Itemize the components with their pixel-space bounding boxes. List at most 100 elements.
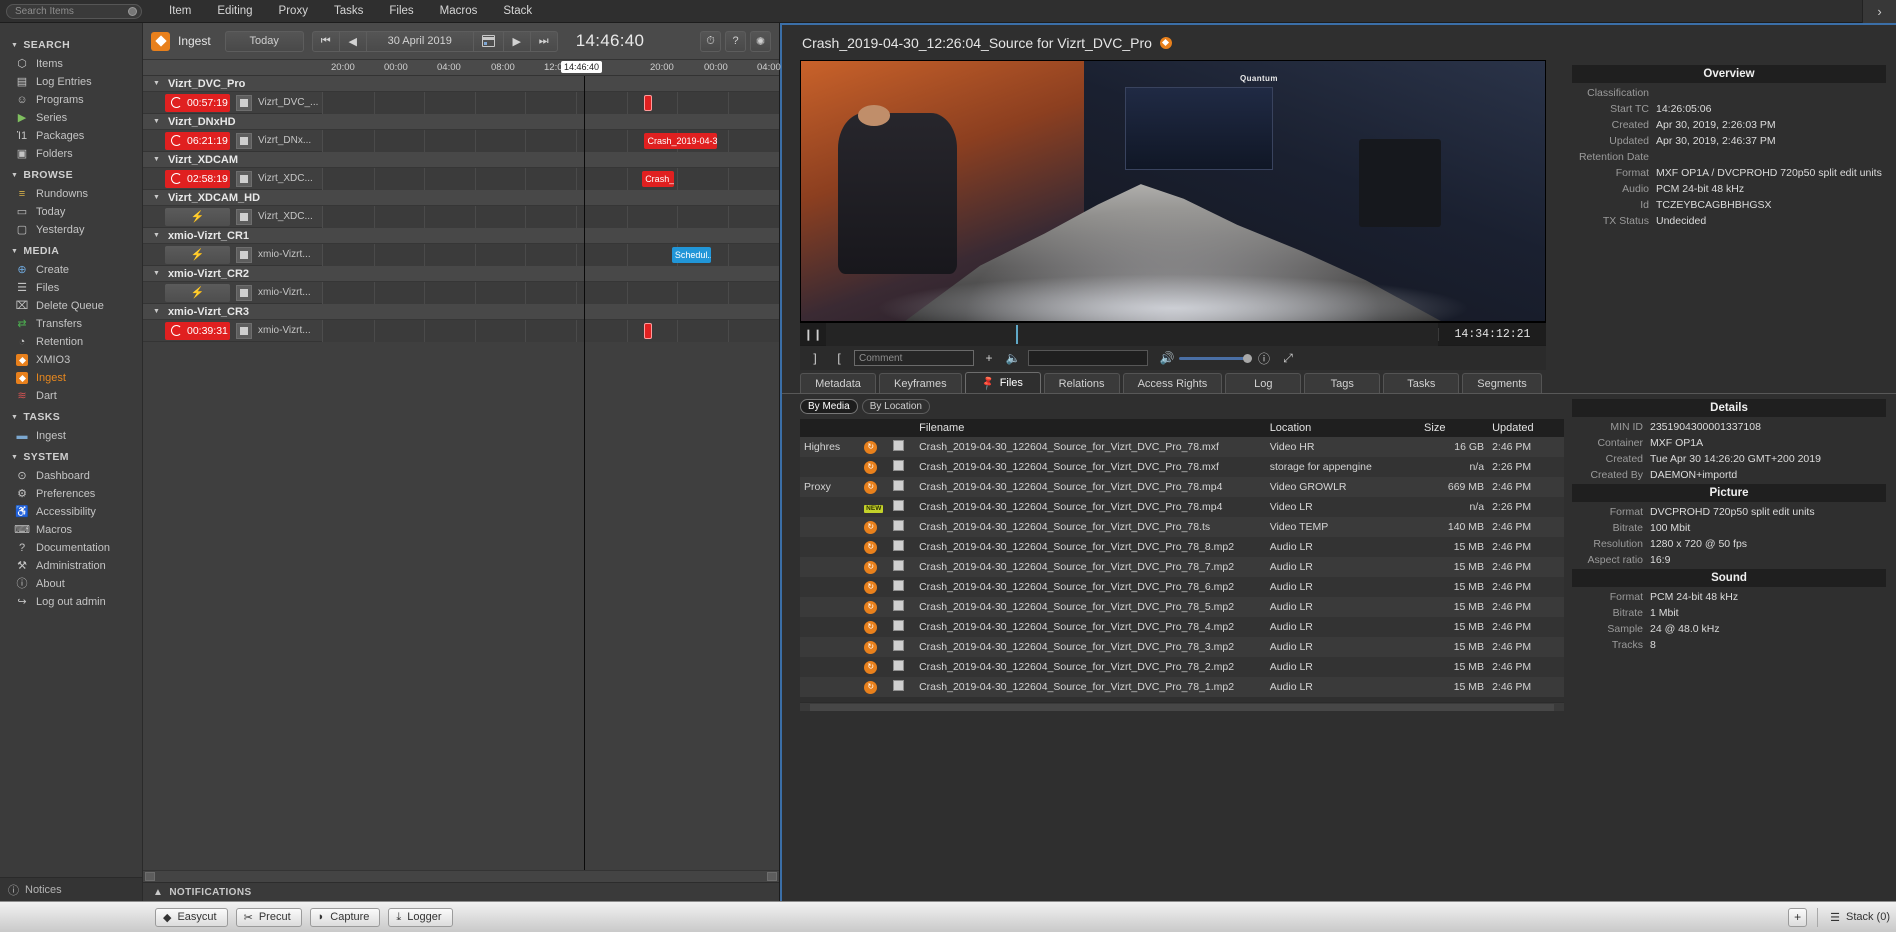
sidebar-item-folders[interactable]: ▣Folders bbox=[0, 145, 142, 163]
timeline-clip[interactable] bbox=[644, 323, 652, 339]
mark-out-icon[interactable]: ] bbox=[806, 351, 824, 365]
sidebar-item-packages[interactable]: Ἰ1Packages bbox=[0, 127, 142, 145]
speaker-icon[interactable]: 🔊 bbox=[1158, 351, 1176, 365]
first-day-button[interactable]: ⏮ bbox=[313, 31, 340, 52]
timeline-ruler[interactable]: 20:0000:0004:0008:0012:0020:0000:0004:00… bbox=[143, 60, 779, 76]
cell-filename[interactable]: Crash_2019-04-30_122604_Source_for_Vizrt… bbox=[915, 597, 1266, 617]
table-row[interactable]: Highres↻Crash_2019-04-30_122604_Source_f… bbox=[800, 437, 1564, 457]
timeline-hscrollbar[interactable] bbox=[143, 870, 779, 882]
cell-checkbox[interactable] bbox=[889, 637, 915, 657]
table-row[interactable]: ↻Crash_2019-04-30_122604_Source_for_Vizr… bbox=[800, 597, 1564, 617]
alarm-icon[interactable]: ⏱ bbox=[700, 31, 721, 52]
channel-track[interactable] bbox=[322, 206, 779, 228]
sidebar-item-dashboard[interactable]: ⊙Dashboard bbox=[0, 467, 142, 485]
col-size[interactable]: Size bbox=[1420, 419, 1488, 437]
cell-filename[interactable]: Crash_2019-04-30_122604_Source_for_Vizrt… bbox=[915, 517, 1266, 537]
row-checkbox[interactable] bbox=[893, 520, 904, 531]
stack-button[interactable]: ☰ Stack (0) bbox=[1817, 908, 1890, 927]
tab-log[interactable]: Log bbox=[1225, 373, 1301, 393]
menu-item-macros[interactable]: Macros bbox=[427, 0, 491, 23]
cell-filename[interactable]: Crash_2019-04-30_122604_Source_for_Vizrt… bbox=[915, 437, 1266, 457]
fullscreen-icon[interactable]: ⤢ bbox=[1279, 351, 1297, 366]
menu-item-stack[interactable]: Stack bbox=[490, 0, 545, 23]
next-day-button[interactable]: ▶ bbox=[503, 31, 530, 52]
precut-button[interactable]: ✂Precut bbox=[236, 908, 302, 927]
sidebar-item-today[interactable]: ▭Today bbox=[0, 203, 142, 221]
question-circle-icon[interactable]: ⓘ bbox=[1255, 350, 1273, 367]
tab-relations[interactable]: Relations bbox=[1044, 373, 1120, 393]
cell-checkbox[interactable] bbox=[889, 557, 915, 577]
cell-checkbox[interactable] bbox=[889, 477, 915, 497]
add-button[interactable]: + bbox=[1788, 908, 1807, 927]
table-row[interactable]: ↻Crash_2019-04-30_122604_Source_for_Vizr… bbox=[800, 517, 1564, 537]
timeline-playhead[interactable] bbox=[584, 76, 585, 870]
easycut-button[interactable]: ◆Easycut bbox=[155, 908, 228, 927]
table-row[interactable]: ↻Crash_2019-04-30_122604_Source_for_Vizr… bbox=[800, 577, 1564, 597]
row-checkbox[interactable] bbox=[893, 440, 904, 451]
row-checkbox[interactable] bbox=[893, 660, 904, 671]
table-row[interactable]: ↻Crash_2019-04-30_122604_Source_for_Vizr… bbox=[800, 637, 1564, 657]
sidebar-item-dart[interactable]: ≋Dart bbox=[0, 387, 142, 405]
cell-filename[interactable]: Crash_2019-04-30_122604_Source_for_Vizrt… bbox=[915, 537, 1266, 557]
comment-field[interactable] bbox=[854, 350, 974, 366]
record-button-active[interactable]: 02:58:19 bbox=[165, 170, 230, 188]
sidebar-item-xmio3[interactable]: XMIO3 bbox=[0, 351, 142, 369]
stop-button[interactable] bbox=[236, 323, 252, 339]
stop-button[interactable] bbox=[236, 133, 252, 149]
cell-checkbox[interactable] bbox=[889, 437, 915, 457]
timeline-clip[interactable]: Schedul.. bbox=[672, 247, 711, 263]
sidebar-item-items[interactable]: ⬡Items bbox=[0, 55, 142, 73]
cell-filename[interactable]: Crash_2019-04-30_122604_Source_for_Vizrt… bbox=[915, 557, 1266, 577]
channel-header[interactable]: ▼Vizrt_DVC_Pro bbox=[143, 76, 779, 92]
notices-bar[interactable]: ⓘ Notices bbox=[0, 877, 142, 901]
tab-metadata[interactable]: Metadata bbox=[800, 373, 876, 393]
cell-checkbox[interactable] bbox=[889, 677, 915, 697]
files-view-by-media[interactable]: By Media bbox=[800, 399, 858, 414]
video-surface[interactable]: vizrt Quantum bbox=[800, 60, 1546, 322]
comment-input[interactable] bbox=[859, 353, 969, 364]
stop-button[interactable] bbox=[236, 95, 252, 111]
sidebar-item-macros[interactable]: ⌨Macros bbox=[0, 521, 142, 539]
cell-checkbox[interactable] bbox=[889, 657, 915, 677]
row-checkbox[interactable] bbox=[893, 500, 904, 511]
cell-checkbox[interactable] bbox=[889, 597, 915, 617]
sidebar-item-rundowns[interactable]: ≡Rundowns bbox=[0, 185, 142, 203]
channel-header[interactable]: ▼Vizrt_XDCAM bbox=[143, 152, 779, 168]
notifications-bar[interactable]: ▲ NOTIFICATIONS bbox=[143, 882, 779, 901]
cell-checkbox[interactable] bbox=[889, 457, 915, 477]
record-button-idle[interactable]: ⚡ bbox=[165, 284, 230, 302]
table-row[interactable]: ↻Crash_2019-04-30_122604_Source_for_Vizr… bbox=[800, 557, 1564, 577]
table-row[interactable]: ↻Crash_2019-04-30_122604_Source_for_Vizr… bbox=[800, 537, 1564, 557]
table-row[interactable]: Proxy↻Crash_2019-04-30_122604_Source_for… bbox=[800, 477, 1564, 497]
sidebar-item-programs[interactable]: ☺Programs bbox=[0, 91, 142, 109]
sidebar-item-log-entries[interactable]: ▤Log Entries bbox=[0, 73, 142, 91]
table-row[interactable]: ↻Crash_2019-04-30_122604_Source_for_Vizr… bbox=[800, 457, 1564, 477]
table-row[interactable]: ↻Crash_2019-04-30_122604_Source_for_Vizr… bbox=[800, 657, 1564, 677]
volume-knob[interactable] bbox=[1243, 354, 1252, 363]
cell-checkbox[interactable] bbox=[889, 617, 915, 637]
channel-header[interactable]: ▼Vizrt_XDCAM_HD bbox=[143, 190, 779, 206]
plus-icon[interactable]: + bbox=[980, 351, 998, 365]
channel-header[interactable]: ▼xmio-Vizrt_CR1 bbox=[143, 228, 779, 244]
current-date-label[interactable]: 30 April 2019 bbox=[367, 31, 473, 52]
tab-files[interactable]: 📌Files bbox=[965, 372, 1041, 393]
sidebar-item-log-out-admin[interactable]: ↪Log out admin bbox=[0, 593, 142, 611]
sidebar-group-system[interactable]: ▼SYSTEM bbox=[0, 445, 142, 467]
sidebar-item-create[interactable]: ⊕Create bbox=[0, 261, 142, 279]
calendar-picker-button[interactable] bbox=[473, 31, 503, 52]
stop-button[interactable] bbox=[236, 285, 252, 301]
tab-tasks[interactable]: Tasks bbox=[1383, 373, 1459, 393]
pause-icon[interactable]: ❙❙ bbox=[800, 328, 826, 341]
timeline-clip[interactable]: Crash_20... bbox=[642, 171, 674, 187]
stop-button[interactable] bbox=[236, 209, 252, 225]
timeline-clip[interactable] bbox=[644, 95, 652, 111]
menu-item-editing[interactable]: Editing bbox=[204, 0, 265, 23]
cell-filename[interactable]: Crash_2019-04-30_122604_Source_for_Vizrt… bbox=[915, 497, 1266, 517]
table-row[interactable]: ↻Crash_2019-04-30_122604_Source_for_Vizr… bbox=[800, 617, 1564, 637]
record-button-active[interactable]: 00:39:31 bbox=[165, 322, 230, 340]
volume-slider[interactable] bbox=[1179, 357, 1249, 360]
sidebar-item-preferences[interactable]: ⚙Preferences bbox=[0, 485, 142, 503]
tab-tags[interactable]: Tags bbox=[1304, 373, 1380, 393]
scroll-right-nub[interactable] bbox=[767, 872, 777, 881]
cell-filename[interactable]: Crash_2019-04-30_122604_Source_for_Vizrt… bbox=[915, 657, 1266, 677]
